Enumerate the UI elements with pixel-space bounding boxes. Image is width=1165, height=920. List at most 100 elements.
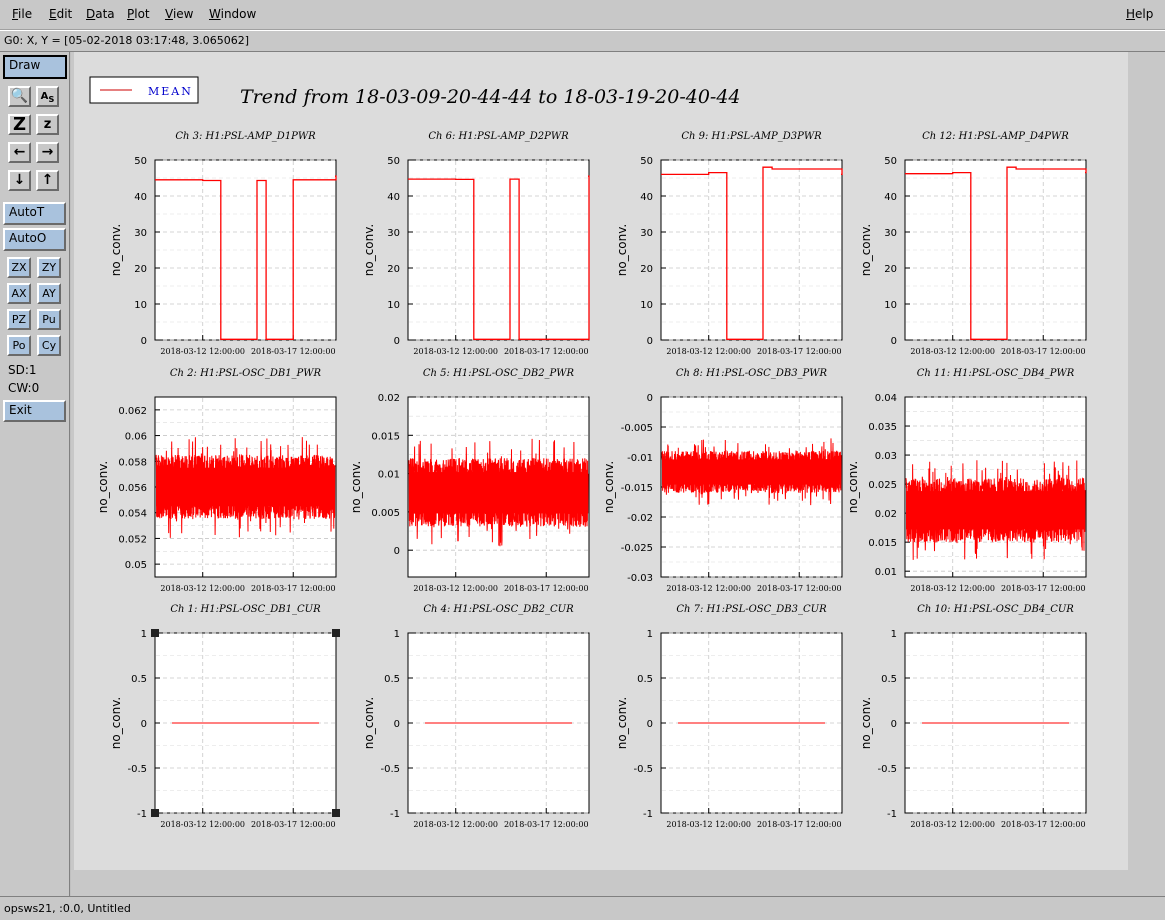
x-tick-label: 2018-03-17 12:00:00 bbox=[1001, 347, 1086, 356]
y-tick-label: -0.5 bbox=[877, 764, 897, 775]
x-tick-label: 2018-03-12 12:00:00 bbox=[666, 820, 751, 829]
draw-button[interactable]: Draw bbox=[3, 55, 67, 79]
selection-handle[interactable] bbox=[332, 629, 340, 637]
plot-canvas-area[interactable]: MEAN Trend from 18-03-09-20-44-44 to 18-… bbox=[71, 52, 1165, 896]
menu-file[interactable]: File bbox=[12, 7, 32, 21]
y-axis-label: no_conv. bbox=[362, 224, 376, 276]
y-tick-label: -1 bbox=[643, 809, 653, 820]
menu-data[interactable]: Data bbox=[86, 7, 115, 21]
y-tick-label: 30 bbox=[640, 228, 653, 239]
zoom-big-icon[interactable]: Z bbox=[8, 114, 31, 135]
y-tick-label: 0 bbox=[394, 336, 400, 347]
zx-button[interactable]: ZX bbox=[7, 257, 31, 278]
cy-button[interactable]: Cy bbox=[37, 335, 61, 356]
selection-handle[interactable] bbox=[151, 629, 159, 637]
y-tick-label: 0 bbox=[141, 336, 147, 347]
menu-bar: File Edit Data Plot View Window Help bbox=[0, 0, 1165, 30]
y-tick-label: 0.015 bbox=[868, 538, 897, 549]
y-axis-label: no_conv. bbox=[615, 224, 629, 276]
zoom-small-icon[interactable]: z bbox=[36, 114, 59, 135]
y-axis-label: no_conv. bbox=[109, 697, 123, 749]
autot-button[interactable]: AutoT bbox=[3, 202, 66, 225]
y-axis-label: no_conv. bbox=[846, 461, 860, 513]
y-tick-label: -1 bbox=[887, 809, 897, 820]
chart-title: Ch 8: H1:PSL-OSC_DB3_PWR bbox=[676, 368, 828, 379]
arrow-up-icon[interactable]: ↑ bbox=[36, 170, 59, 191]
y-tick-label: 1 bbox=[394, 629, 400, 640]
y-axis-label: no_conv. bbox=[362, 697, 376, 749]
plot-area bbox=[154, 159, 337, 341]
y-tick-label: 0.05 bbox=[125, 560, 147, 571]
y-tick-label: 0.025 bbox=[868, 480, 897, 491]
menu-help[interactable]: Help bbox=[1126, 7, 1153, 21]
y-tick-label: -0.02 bbox=[627, 513, 653, 524]
selection-handle[interactable] bbox=[332, 809, 340, 817]
arrow-down-icon[interactable]: ↓ bbox=[8, 170, 31, 191]
y-tick-label: 0.01 bbox=[378, 470, 400, 481]
y-tick-label: 20 bbox=[387, 264, 400, 275]
menu-plot[interactable]: Plot bbox=[127, 7, 150, 21]
y-tick-label: 20 bbox=[640, 264, 653, 275]
x-tick-label: 2018-03-12 12:00:00 bbox=[666, 584, 751, 593]
y-tick-label: 0 bbox=[394, 719, 400, 730]
x-tick-label: 2018-03-17 12:00:00 bbox=[757, 347, 842, 356]
y-tick-label: 50 bbox=[640, 156, 653, 167]
pu-button[interactable]: Pu bbox=[37, 309, 61, 330]
x-tick-label: 2018-03-17 12:00:00 bbox=[1001, 820, 1086, 829]
ay-button[interactable]: AY bbox=[37, 283, 61, 304]
y-tick-label: 30 bbox=[884, 228, 897, 239]
x-tick-label: 2018-03-17 12:00:00 bbox=[504, 584, 589, 593]
chart-title: Ch 7: H1:PSL-OSC_DB3_CUR bbox=[676, 604, 827, 615]
autoo-button[interactable]: AutoO bbox=[3, 228, 66, 251]
y-axis-label: no_conv. bbox=[109, 224, 123, 276]
x-tick-label: 2018-03-17 12:00:00 bbox=[1001, 584, 1086, 593]
arrow-left-icon[interactable]: ← bbox=[8, 142, 31, 163]
ax-button[interactable]: AX bbox=[7, 283, 31, 304]
y-tick-label: 0.02 bbox=[378, 393, 400, 404]
y-tick-label: 30 bbox=[387, 228, 400, 239]
x-tick-label: 2018-03-17 12:00:00 bbox=[251, 820, 336, 829]
left-toolbar: Draw 🔍 AS Z z ← → ↓ ↑ AutoT AutoO ZX ZY … bbox=[0, 52, 70, 896]
plot-canvas[interactable]: MEAN Trend from 18-03-09-20-44-44 to 18-… bbox=[71, 52, 1165, 896]
po-button[interactable]: Po bbox=[7, 335, 31, 356]
y-tick-label: 0.054 bbox=[118, 509, 147, 520]
pz-button[interactable]: PZ bbox=[7, 309, 31, 330]
y-tick-label: 0.062 bbox=[118, 406, 147, 417]
y-tick-label: 0.005 bbox=[371, 508, 400, 519]
y-tick-label: 0.06 bbox=[125, 432, 147, 443]
y-tick-label: 10 bbox=[640, 300, 653, 311]
selection-handle[interactable] bbox=[151, 809, 159, 817]
arrow-right-icon[interactable]: → bbox=[36, 142, 59, 163]
series-band bbox=[906, 491, 1085, 530]
menu-edit[interactable]: Edit bbox=[49, 7, 72, 21]
y-tick-label: 50 bbox=[884, 156, 897, 167]
y-axis-label: no_conv. bbox=[859, 697, 873, 749]
y-tick-label: 0 bbox=[891, 719, 897, 730]
y-tick-label: 10 bbox=[387, 300, 400, 311]
coordinate-readout-bar: G0: X, Y = [05-02-2018 03:17:48, 3.06506… bbox=[0, 30, 1165, 52]
plot-area bbox=[407, 159, 590, 341]
pointer-tool-icon[interactable]: 🔍 bbox=[8, 86, 31, 107]
text-scale-icon[interactable]: AS bbox=[36, 86, 59, 107]
y-tick-label: 20 bbox=[134, 264, 147, 275]
exit-button[interactable]: Exit bbox=[3, 400, 66, 422]
menu-window[interactable]: Window bbox=[209, 7, 256, 21]
zy-button[interactable]: ZY bbox=[37, 257, 61, 278]
y-tick-label: 40 bbox=[640, 192, 653, 203]
y-tick-label: 10 bbox=[884, 300, 897, 311]
cw-label: CW:0 bbox=[8, 381, 40, 395]
sd-label: SD:1 bbox=[8, 363, 37, 377]
y-tick-label: 0.035 bbox=[868, 422, 897, 433]
chart-title: Ch 3: H1:PSL-AMP_D1PWR bbox=[175, 131, 316, 142]
y-tick-label: 0.02 bbox=[875, 509, 897, 520]
menu-view[interactable]: View bbox=[165, 7, 193, 21]
chart-title: Ch 10: H1:PSL-OSC_DB4_CUR bbox=[917, 604, 1074, 615]
y-tick-label: 0.5 bbox=[637, 674, 653, 685]
y-tick-label: 50 bbox=[134, 156, 147, 167]
y-axis-label: no_conv. bbox=[349, 461, 363, 513]
status-bar: opsws21, :0.0, Untitled bbox=[0, 896, 1165, 920]
y-tick-label: 50 bbox=[387, 156, 400, 167]
y-tick-label: -0.025 bbox=[621, 543, 653, 554]
y-tick-label: 0.5 bbox=[131, 674, 147, 685]
x-tick-label: 2018-03-17 12:00:00 bbox=[757, 820, 842, 829]
